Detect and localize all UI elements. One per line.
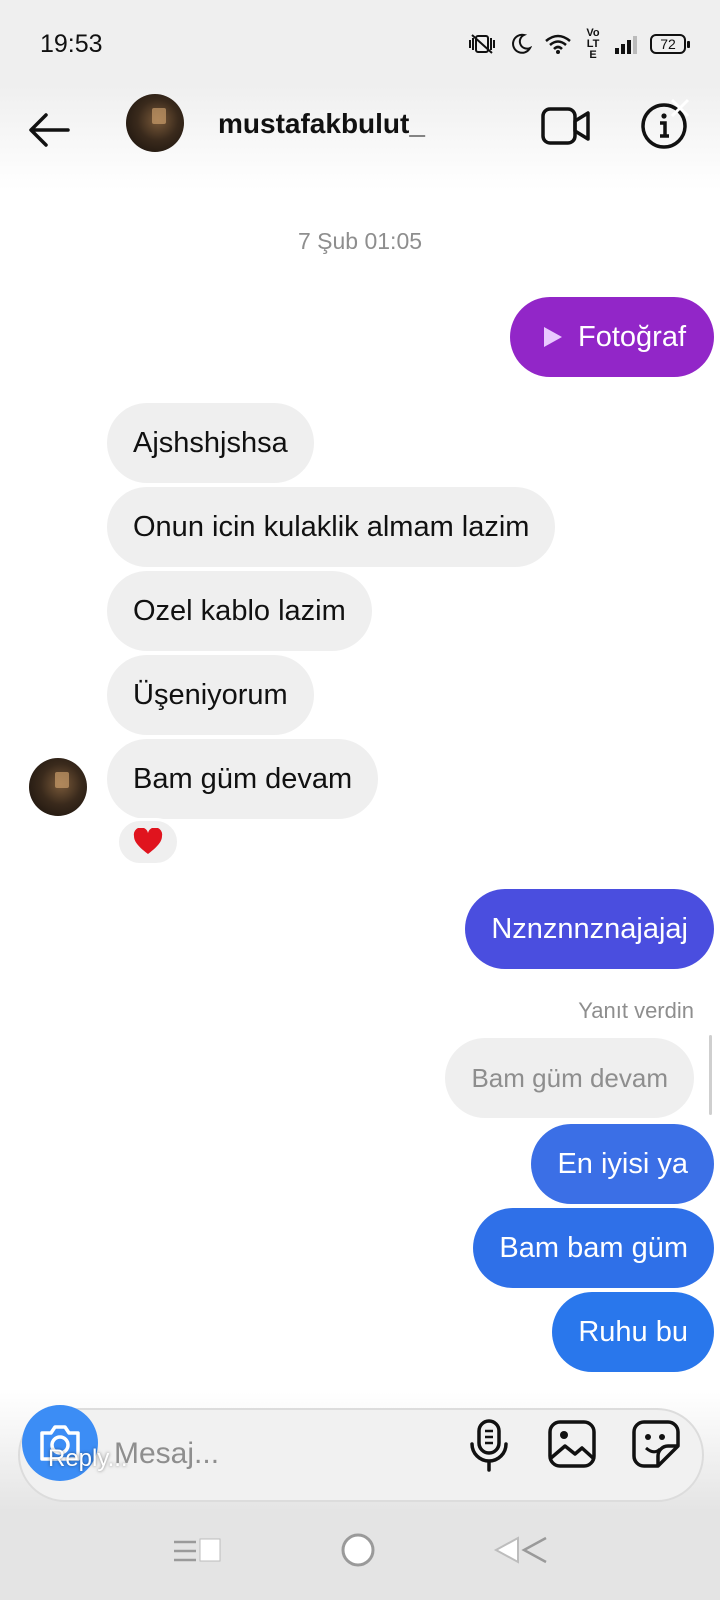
- scrollbar[interactable]: [709, 1035, 712, 1115]
- status-icons: Vo LTE 72: [466, 26, 690, 61]
- status-time: 19:53: [40, 30, 103, 58]
- received-message-bubble[interactable]: Ajshshjshsa: [107, 403, 314, 483]
- battery-icon: 72: [650, 34, 690, 54]
- home-icon[interactable]: [340, 1532, 376, 1568]
- chat-header: mustafakbulut_: [0, 86, 720, 190]
- reply-quote-bubble[interactable]: Bam güm devam: [445, 1038, 694, 1118]
- sent-message-bubble[interactable]: Bam bam güm: [473, 1208, 714, 1288]
- recent-apps-icon[interactable]: [172, 1536, 226, 1566]
- play-icon: [544, 327, 562, 347]
- info-icon[interactable]: [638, 96, 694, 152]
- system-navigation-bar: [0, 1512, 720, 1600]
- volte-label: Vo LTE: [586, 26, 600, 61]
- video-call-icon[interactable]: [540, 100, 592, 152]
- wifi-icon: [545, 34, 571, 54]
- photo-message-label: Fotoğraf: [578, 321, 686, 353]
- username[interactable]: mustafakbulut_: [218, 108, 425, 140]
- sent-message-bubble[interactable]: Ruhu bu: [552, 1292, 714, 1372]
- microphone-icon[interactable]: [466, 1418, 512, 1474]
- do-not-disturb-moon-icon: [512, 33, 532, 54]
- message-timestamp: 7 Şub 01:05: [297, 228, 423, 254]
- received-message-bubble[interactable]: Üşeniyorum: [107, 655, 314, 735]
- received-message-bubble[interactable]: Ozel kablo lazim: [107, 571, 372, 651]
- gallery-icon[interactable]: [546, 1418, 598, 1470]
- status-bar: 19:53 Vo LTE 72: [0, 0, 720, 86]
- received-message-bubble[interactable]: Bam güm devam: [107, 739, 379, 819]
- avatar[interactable]: [126, 94, 184, 152]
- heart-icon: [133, 828, 163, 854]
- back-arrow-icon[interactable]: [24, 104, 76, 156]
- cellular-signal-icon: [615, 36, 637, 54]
- message-input[interactable]: [114, 1426, 434, 1482]
- sticker-icon[interactable]: [630, 1418, 682, 1470]
- vibrate-mute-icon: [469, 34, 495, 54]
- photo-message-bubble[interactable]: Fotoğraf: [510, 297, 714, 377]
- sent-message-bubble[interactable]: En iyisi ya: [531, 1124, 714, 1204]
- sent-message-bubble[interactable]: Nznznnznajajaj: [465, 889, 714, 969]
- heart-reaction[interactable]: [116, 818, 180, 866]
- back-nav-icon[interactable]: [492, 1532, 552, 1568]
- reply-label: Yanıt verdin: [578, 998, 694, 1023]
- sender-avatar[interactable]: [29, 758, 87, 816]
- received-message-bubble[interactable]: Onun icin kulaklik almam lazim: [107, 487, 556, 567]
